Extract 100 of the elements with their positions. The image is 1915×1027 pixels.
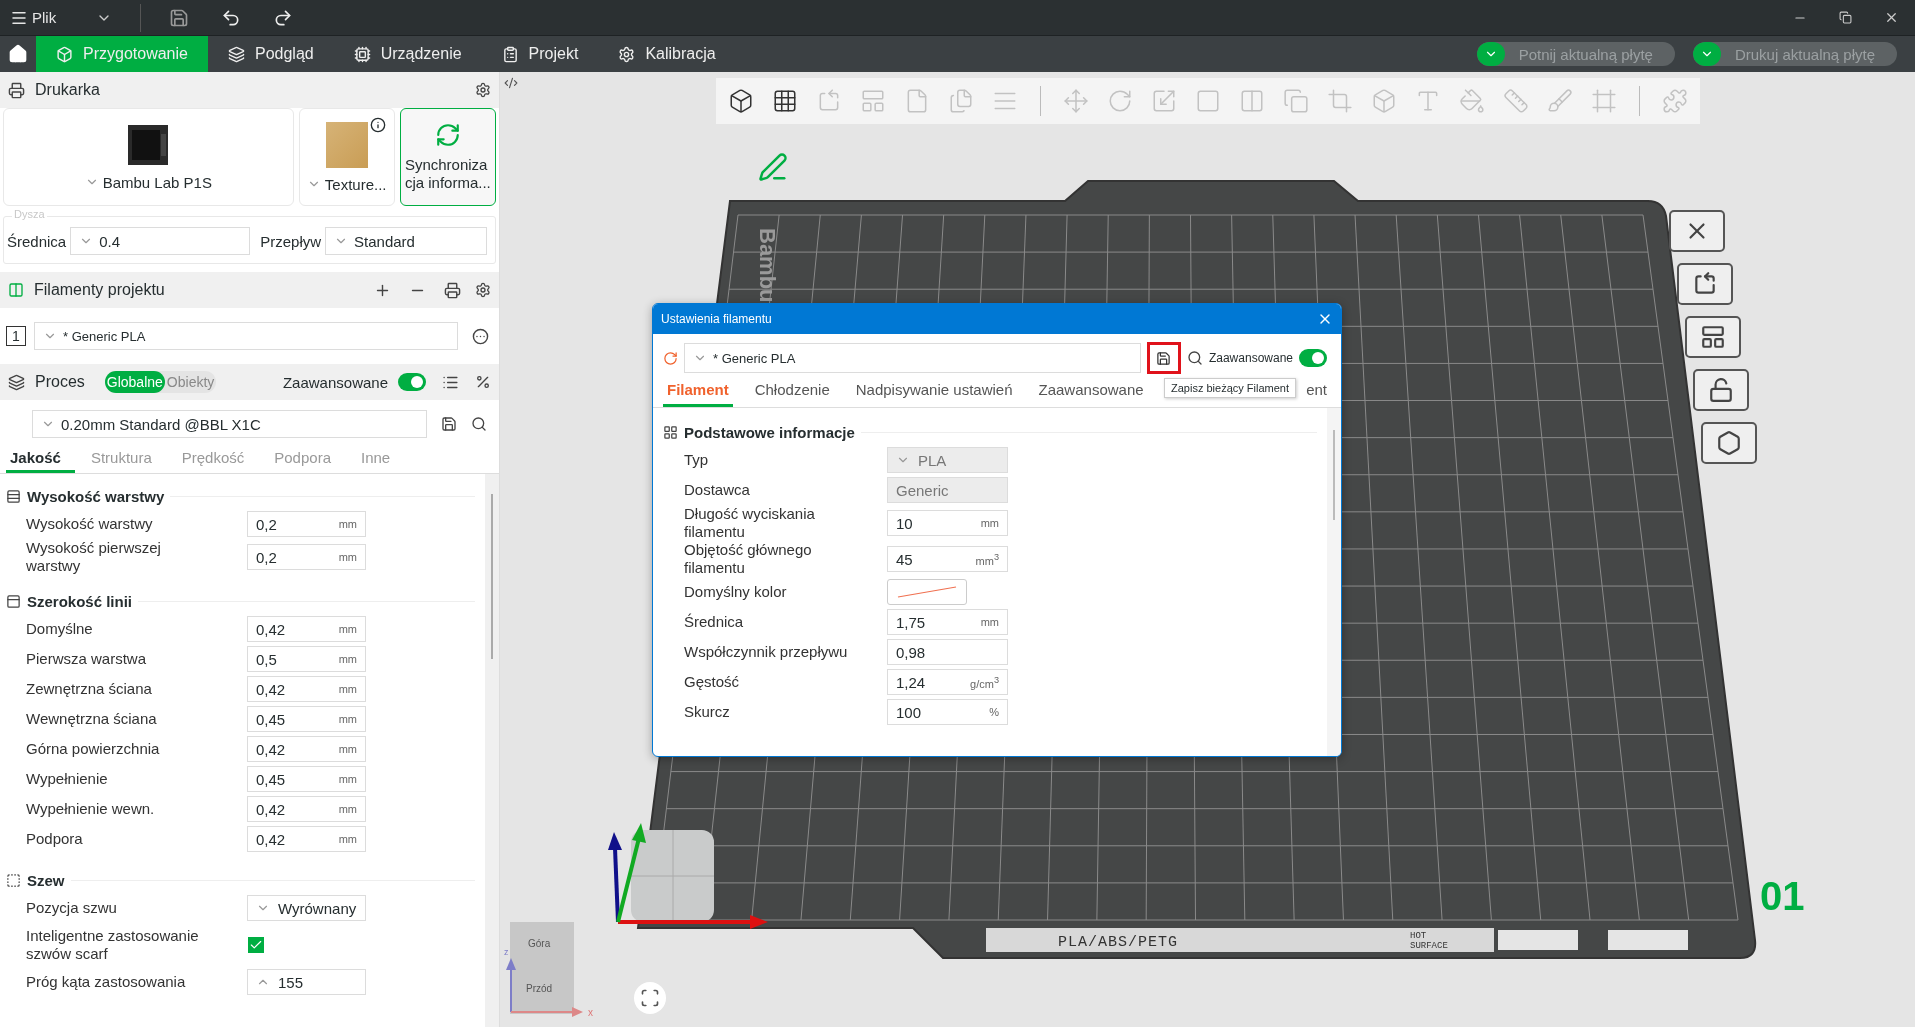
printer-card[interactable]: Bambu Lab P1S <box>3 108 294 206</box>
nav-tab[interactable]: Projekt <box>481 36 599 72</box>
input-field[interactable]: 45 mm$^{3}$ <box>887 546 1008 572</box>
setting-label: Wypełnienie <box>26 770 109 788</box>
chevron-down-icon <box>1692 42 1721 66</box>
restore-icon[interactable] <box>1837 9 1854 26</box>
setting-label: Wysokość pierwszej warstwy <box>26 539 162 575</box>
input-field[interactable]: 0,42 mm <box>247 826 366 852</box>
view-reset-button[interactable] <box>634 982 666 1014</box>
sync-icon <box>434 122 461 148</box>
input-field[interactable]: 0,45 mm <box>247 706 366 732</box>
input-field[interactable]: 1,75 mm <box>887 609 1008 635</box>
tilted-square-icon[interactable] <box>1677 263 1733 305</box>
advanced-switch[interactable] <box>398 373 426 391</box>
field-label: Średnica <box>7 232 67 250</box>
input-field[interactable]: 0,42 mm <box>247 616 366 642</box>
advanced-switch[interactable] <box>1299 349 1327 367</box>
settings-tab[interactable]: Jakość <box>6 444 75 473</box>
chevron-down-icon <box>1476 42 1505 66</box>
setting-label: Typ <box>684 451 710 469</box>
reset-icon[interactable] <box>663 350 678 366</box>
input-field[interactable]: 0,45 mm <box>247 766 366 792</box>
input-field[interactable]: 0,42 mm <box>247 736 366 762</box>
info-icon[interactable] <box>369 117 386 133</box>
settings-icon[interactable] <box>475 282 491 298</box>
setting-label: Wewnętrzna ściana <box>26 710 158 728</box>
search-icon[interactable] <box>1186 350 1203 366</box>
input-field[interactable]: 10 mm <box>887 510 1008 536</box>
plate-card[interactable]: Texture... <box>298 108 395 206</box>
input-field[interactable]: 100 % <box>887 699 1008 725</box>
dropdown[interactable]: Standard <box>325 227 487 255</box>
sync-button[interactable]: Synchronizacja informa... <box>399 108 496 206</box>
dialog-tab[interactable]: Zaawansowane <box>1034 374 1148 407</box>
layout-icon[interactable] <box>1685 316 1741 358</box>
printer-sync-icon[interactable] <box>444 281 461 299</box>
dialog-tab[interactable]: Chłodzenie <box>750 374 834 407</box>
setting-label: Domyślne <box>26 620 94 638</box>
input-field[interactable]: 0,2 mm <box>247 544 366 570</box>
dropdown[interactable]: 0.4 <box>70 227 251 255</box>
pen-icon[interactable] <box>758 152 788 182</box>
file-menu[interactable]: Plik <box>8 6 59 29</box>
dialog-tab[interactable]: Nadpisywanie ustawień <box>851 374 1017 407</box>
search-icon[interactable] <box>471 416 487 432</box>
dropdown[interactable]: * Generic PLA <box>684 343 1141 373</box>
scan-icon <box>640 988 660 1008</box>
panel-icon <box>6 594 21 609</box>
scrollbar-thumb[interactable] <box>1333 430 1335 520</box>
axis-label: x <box>588 1007 593 1018</box>
setting-label: Skurcz <box>684 703 731 721</box>
setting-label: Podpora <box>26 830 84 848</box>
dashed-square-icon <box>6 873 21 888</box>
nav-tab[interactable]: Podgląd <box>207 36 334 72</box>
input-field[interactable]: 1,24 g/cm$^{3}$ <box>887 669 1008 695</box>
input-field[interactable]: 0,98 <box>887 639 1008 665</box>
dropdown[interactable]: Wyrównany <box>247 895 366 921</box>
plate-label: SURFACE <box>1410 941 1448 951</box>
view-cube[interactable] <box>510 922 574 1014</box>
save-button[interactable] <box>1146 342 1181 374</box>
filament-index: 1 <box>6 326 26 346</box>
dropdown[interactable]: 0.20mm Standard @BBL X1C <box>32 410 427 438</box>
scrollbar-thumb[interactable] <box>491 494 493 659</box>
setting-label: Górna powierzchnia <box>26 740 161 758</box>
check-icon <box>249 938 263 952</box>
plate-swatch <box>325 121 368 168</box>
axis-label: z <box>504 947 509 957</box>
section-title: Podstawowe informacje <box>684 424 855 441</box>
nav-tab[interactable]: Urządzenie <box>333 36 482 72</box>
dropdown[interactable]: * Generic PLA <box>34 322 458 350</box>
percent-icon[interactable] <box>475 374 491 390</box>
grid-icon <box>663 425 678 440</box>
section-title: Filamenty projektu <box>34 281 165 299</box>
group-title: Wysokość warstwy <box>27 488 165 505</box>
checkbox[interactable] <box>248 937 264 953</box>
save-icon[interactable] <box>441 416 457 432</box>
plate-brand: Bambu <box>755 228 780 303</box>
spin-field[interactable]: 155 <box>247 969 366 995</box>
more-icon[interactable] <box>472 327 489 345</box>
dialog-tab[interactable]: ent <box>1302 374 1331 407</box>
clipboard-icon <box>501 45 519 63</box>
settings-icon[interactable] <box>475 82 491 98</box>
close-icon[interactable] <box>1669 210 1725 252</box>
setting-label: Długość wyciskania filamentu <box>684 505 816 541</box>
nav-tab[interactable]: Kalibracja <box>598 36 736 72</box>
input-field[interactable]: 0,2 mm <box>247 511 366 537</box>
tooltip: Zapisz bieżący Filament <box>1164 378 1296 398</box>
spools-icon <box>8 282 24 298</box>
printer-icon <box>8 81 25 99</box>
input-field[interactable]: 0,5 mm <box>247 646 366 672</box>
setting-label: Inteligentne zastosowanie szwów scarf <box>26 927 200 963</box>
cube-icon <box>56 45 73 63</box>
plate-name: Texture... <box>324 175 387 193</box>
field-label: Przepływ <box>260 232 322 250</box>
printer-drawing <box>127 123 170 166</box>
input-field[interactable]: 0,42 mm <box>247 796 366 822</box>
collapse-icon[interactable] <box>504 76 518 90</box>
input-field[interactable]: 0,42 mm <box>247 676 366 702</box>
unlock-icon[interactable] <box>1693 369 1749 411</box>
color-picker[interactable] <box>887 579 967 605</box>
layers-icon <box>8 373 25 391</box>
printer-name: Bambu Lab P1S <box>102 173 212 191</box>
